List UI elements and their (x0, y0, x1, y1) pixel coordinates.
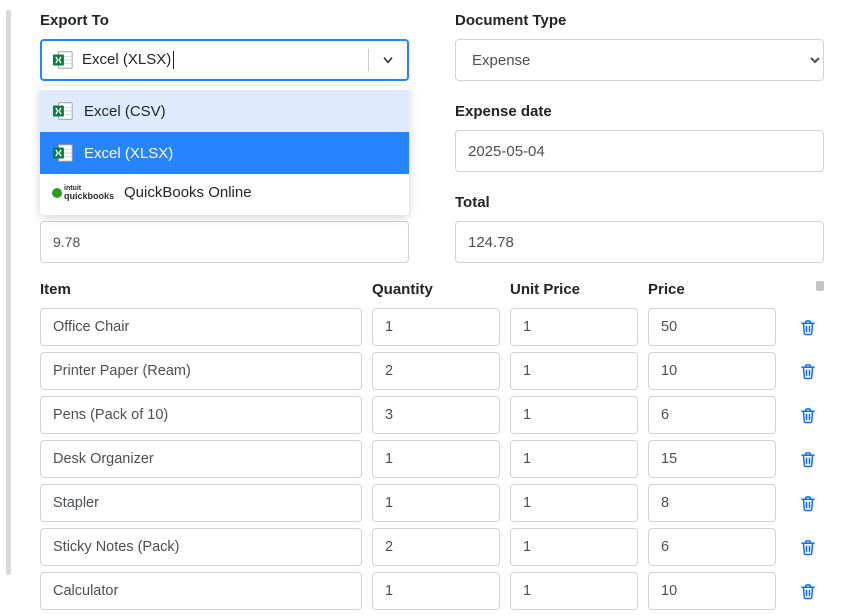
item-price-input[interactable] (648, 352, 776, 390)
item-name-input[interactable] (40, 572, 362, 610)
header-price: Price (648, 281, 776, 298)
trash-icon[interactable] (799, 538, 817, 556)
document-type-label: Document Type (455, 12, 824, 29)
left-gutter (6, 10, 11, 575)
item-unit-price-input[interactable] (510, 308, 638, 346)
scrollbar-indicator[interactable] (816, 281, 824, 291)
left-peek-value[interactable]: 9.78 (40, 221, 409, 263)
item-quantity-input[interactable] (372, 440, 500, 478)
table-row (40, 352, 824, 390)
document-type-select[interactable]: Expense (455, 39, 824, 81)
item-price-input[interactable] (648, 572, 776, 610)
quickbooks-icon: intuitquickbooks (52, 185, 114, 201)
item-name-input[interactable] (40, 352, 362, 390)
item-price-input[interactable] (648, 440, 776, 478)
header-quantity: Quantity (372, 281, 500, 298)
total-label: Total (455, 194, 824, 211)
item-price-input[interactable] (648, 396, 776, 434)
item-quantity-input[interactable] (372, 572, 500, 610)
separator (368, 49, 369, 71)
chevron-down-icon[interactable] (379, 51, 397, 69)
header-unit-price: Unit Price (510, 281, 638, 298)
total-input[interactable] (455, 221, 824, 263)
table-row (40, 440, 824, 478)
text-cursor (173, 51, 174, 69)
excel-icon (52, 49, 74, 71)
item-quantity-input[interactable] (372, 484, 500, 522)
expense-date-label: Expense date (455, 103, 824, 120)
items-header: Item Quantity Unit Price Price (40, 281, 824, 298)
table-row (40, 396, 824, 434)
item-unit-price-input[interactable] (510, 352, 638, 390)
export-option-label: QuickBooks Online (124, 184, 252, 201)
trash-icon[interactable] (799, 494, 817, 512)
item-price-input[interactable] (648, 308, 776, 346)
item-name-input[interactable] (40, 484, 362, 522)
export-to-group: Export To Excel (XLSX) (40, 12, 409, 81)
item-unit-price-input[interactable] (510, 440, 638, 478)
export-to-dropdown: Excel (CSV) Excel (XLSX) intuitquickbooks… (40, 86, 409, 215)
excel-icon (52, 100, 74, 122)
excel-icon (52, 142, 74, 164)
export-option-label: Excel (CSV) (84, 103, 166, 120)
item-quantity-input[interactable] (372, 352, 500, 390)
export-option[interactable]: Excel (CSV) (40, 90, 409, 132)
export-to-combobox[interactable]: Excel (XLSX) (40, 39, 409, 81)
item-quantity-input[interactable] (372, 528, 500, 566)
export-option-label: Excel (XLSX) (84, 145, 173, 162)
document-type-group: Document Type Expense (455, 12, 824, 81)
item-price-input[interactable] (648, 528, 776, 566)
item-unit-price-input[interactable] (510, 572, 638, 610)
export-to-label: Export To (40, 12, 409, 29)
export-option[interactable]: intuitquickbooks QuickBooks Online (40, 174, 409, 211)
item-unit-price-input[interactable] (510, 396, 638, 434)
export-option[interactable]: Excel (XLSX) (40, 132, 409, 174)
table-row (40, 528, 824, 566)
trash-icon[interactable] (799, 362, 817, 380)
item-quantity-input[interactable] (372, 396, 500, 434)
export-to-value: Excel (XLSX) (82, 51, 358, 69)
item-name-input[interactable] (40, 440, 362, 478)
trash-icon[interactable] (799, 450, 817, 468)
table-row (40, 572, 824, 610)
item-unit-price-input[interactable] (510, 528, 638, 566)
expense-date-group: Expense date (455, 103, 824, 172)
item-unit-price-input[interactable] (510, 484, 638, 522)
item-name-input[interactable] (40, 308, 362, 346)
header-item: Item (40, 281, 362, 298)
item-price-input[interactable] (648, 484, 776, 522)
table-row (40, 308, 824, 346)
expense-date-input[interactable] (455, 130, 824, 172)
total-group: Total (455, 194, 824, 263)
trash-icon[interactable] (799, 318, 817, 336)
item-quantity-input[interactable] (372, 308, 500, 346)
table-row (40, 484, 824, 522)
trash-icon[interactable] (799, 406, 817, 424)
item-name-input[interactable] (40, 396, 362, 434)
item-name-input[interactable] (40, 528, 362, 566)
